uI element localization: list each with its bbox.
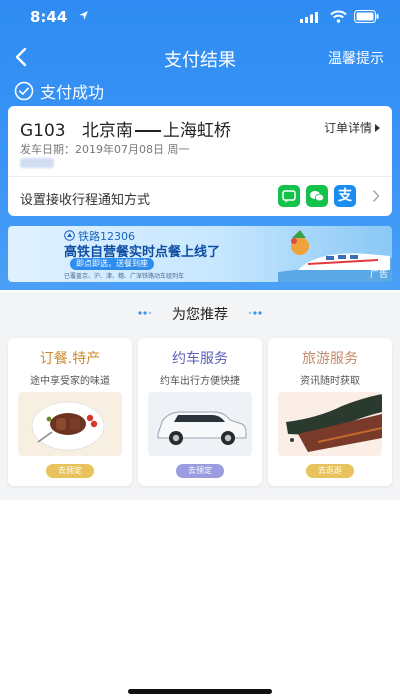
steak-plate-image [18, 392, 122, 456]
recommendations-title: 为您推荐 [172, 307, 228, 323]
redacted-passenger-info [20, 158, 54, 168]
message-icon[interactable] [278, 185, 300, 207]
browse-button[interactable]: 去逛逛 [306, 464, 354, 478]
promo-banner[interactable]: 铁路12306 高铁自营餐实时点餐上线了 即点即选，送餐到座 已覆盖京、沪、津、… [8, 226, 392, 282]
banner-small-text: 已覆盖京、沪、津、穗、广深铁路动车组列车 [64, 273, 185, 280]
wechat-icon[interactable] [306, 185, 328, 207]
rec-card-title: 约车服务 [172, 351, 228, 367]
to-station: 上海虹桥 [162, 121, 231, 141]
recommendations-section: 为您推荐 订餐.特产 途中享受家的味道 去预定 约车服务 约车出行方便快捷 去预… [0, 292, 400, 500]
departure-weekday: 周一 [167, 143, 190, 156]
train-number: G103 [20, 121, 66, 141]
route-dash [134, 130, 161, 132]
departure-date: 发车日期：2019年07月08日 周一 [20, 141, 190, 157]
notification-settings-label: 设置接收行程通知方式 [20, 193, 151, 208]
rec-card-subtitle: 约车出行方便快捷 [160, 376, 240, 387]
location-arrow-icon [79, 11, 88, 20]
status-time: 8:44 [30, 8, 68, 26]
rec-card-food[interactable]: 订餐.特产 途中享受家的味道 去预定 [8, 338, 132, 486]
rec-card-car[interactable]: 约车服务 约车出行方便快捷 去预定 [138, 338, 262, 486]
from-station: 北京南 [81, 121, 133, 141]
order-card: G103 北京南 上海虹桥 订单详情 发车日期：2019年07月08日 周一 设置… [8, 106, 392, 216]
railway-logo-icon [64, 230, 75, 241]
order-detail-label: 订单详情 [323, 121, 372, 135]
rec-card-travel[interactable]: 旅游服务 资讯随时获取 去逛逛 [268, 338, 392, 486]
departure-date-value: 2019年07月08日 [75, 143, 164, 156]
payment-success: 支付成功 [14, 80, 104, 102]
train-route: G103 北京南 上海虹桥 [20, 116, 231, 141]
triangle-right-icon [375, 123, 380, 132]
departure-date-label: 发车日期： [20, 143, 75, 156]
rec-card-subtitle: 途中享受家的味道 [30, 376, 110, 387]
suv-car-image [148, 392, 252, 456]
status-bar: 8:44 [0, 0, 400, 34]
tips-link[interactable]: 温馨提示 [328, 48, 384, 68]
pagoda-roof-image [278, 392, 382, 456]
payment-status-text: 支付成功 [40, 83, 105, 102]
wifi-icon [330, 10, 347, 23]
chevron-right-icon [372, 189, 380, 203]
banner-pill: 即点即选，送餐到座 [70, 258, 154, 270]
ad-tag: 广告 [369, 270, 388, 280]
battery-icon [354, 10, 379, 23]
rec-card-title: 旅游服务 [302, 351, 358, 367]
rec-card-subtitle: 资讯随时获取 [300, 376, 360, 387]
order-detail-link[interactable]: 订单详情 [324, 119, 380, 136]
notification-settings-row[interactable]: 设置接收行程通知方式 支 [8, 177, 392, 216]
alipay-icon[interactable]: 支 [334, 185, 356, 207]
book-button[interactable]: 去预定 [176, 464, 224, 478]
check-circle-icon [14, 81, 34, 101]
book-button[interactable]: 去预定 [46, 464, 94, 478]
rec-card-title: 订餐.特产 [39, 351, 101, 367]
decor-dots-icon [248, 311, 262, 315]
nav-bar: 支付结果 温馨提示 [0, 40, 400, 76]
home-indicator [128, 689, 272, 694]
signal-icon [300, 12, 318, 23]
